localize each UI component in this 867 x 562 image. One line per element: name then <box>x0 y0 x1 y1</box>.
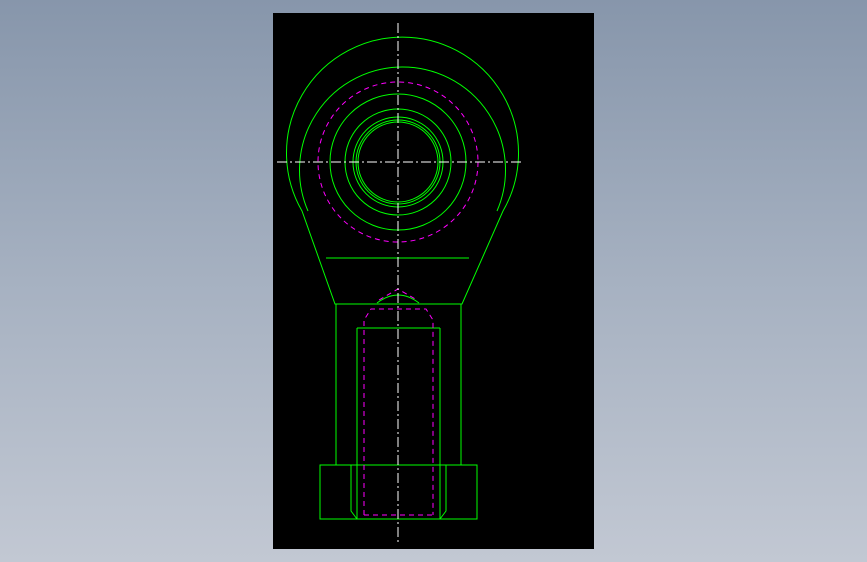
cad-viewport[interactable] <box>0 0 867 562</box>
hidden-thread-bore <box>363 308 434 515</box>
nut-chamfer-left <box>350 465 358 520</box>
rod-end-drawing <box>277 23 521 545</box>
nut-chamfer-right <box>439 465 447 520</box>
drawing-canvas[interactable] <box>273 13 594 549</box>
eye-outer-contour <box>286 36 519 305</box>
outline-geometry <box>286 36 519 520</box>
centerlines <box>277 23 521 545</box>
